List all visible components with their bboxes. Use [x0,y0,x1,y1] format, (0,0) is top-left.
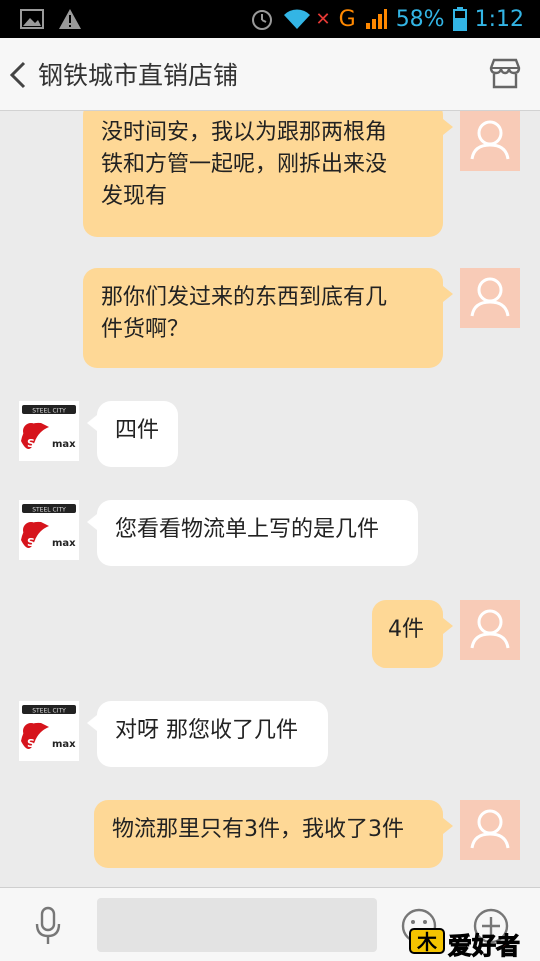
message-text: 4件 [388,617,424,642]
shinmax-logo-icon: STEEL CITY Shin max [21,705,76,750]
image-notification-icon [20,9,44,29]
no-signal-icon: ✕ [315,8,331,30]
svg-text:max: max [52,439,76,450]
svg-text:木: 木 [416,930,438,954]
message-text: 对呀 那您收了几件 [115,718,298,743]
user-icon [470,120,510,160]
shop-avatar[interactable]: STEEL CITY Shin max [19,701,79,761]
shop-avatar[interactable]: STEEL CITY Shin max [19,401,79,461]
svg-text:max: max [52,538,76,549]
page-title: 钢铁城市直销店铺 [38,61,239,90]
message-bubble[interactable]: 4件 [372,600,453,668]
message-text: 四件 [115,418,160,443]
watermark-mark-icon: 木 [409,928,445,954]
svg-text:STEEL CITY: STEEL CITY [32,507,66,514]
battery-percent: 58% [395,6,445,32]
app-bar: 钢铁城市直销店铺 [0,38,540,111]
message-bubble[interactable]: 对呀 那您收了几件 [87,701,328,767]
user-avatar[interactable] [460,111,520,171]
message-input[interactable] [97,898,377,952]
message-text: 那你们发过来的东西到底有几 [101,285,388,310]
user-icon [470,609,510,649]
message-bubble[interactable]: 您看看物流单上写的是几件 [87,500,418,566]
alarm-icon [251,10,272,30]
message-text: 没时间安，我以为跟那两根角 [101,120,388,145]
user-avatar[interactable] [460,600,520,660]
svg-text:STEEL CITY: STEEL CITY [32,708,66,715]
user-avatar[interactable] [460,800,520,860]
user-icon [470,277,510,317]
message-text: 件货啊？ [101,317,190,342]
message-bubble[interactable]: 四件 [87,401,178,467]
microphone-icon[interactable] [34,906,62,946]
shinmax-logo-icon: STEEL CITY Shin max [21,504,76,549]
message-text: 物流那里只有3件，我收了3件 [112,817,404,842]
user-avatar[interactable] [460,268,520,328]
status-bar: ✕ G 58% 1:12 [0,0,540,38]
message-bubble[interactable]: 那你们发过来的东西到底有几 件货啊？ [83,268,453,368]
chevron-left-icon[interactable] [6,60,30,90]
svg-text:Shin: Shin [27,737,54,750]
store-icon[interactable] [488,58,522,90]
shinmax-logo-icon: STEEL CITY Shin max [21,405,76,450]
clock: 1:12 [474,6,524,32]
signal-icon [365,9,387,29]
message-text: 发现有 [101,184,168,209]
message-bubble[interactable]: 没时间安，我以为跟那两根角 铁和方管一起呢，刚拆出来没 发现有 [83,111,453,237]
message-text: 铁和方管一起呢，刚拆出来没 [101,152,388,177]
shop-avatar[interactable]: STEEL CITY Shin max [19,500,79,560]
message-text: 您看看物流单上写的是几件 [115,517,380,542]
svg-text:max: max [52,739,76,750]
watermark-logo: 木 爱好者 [408,925,534,961]
battery-icon [452,7,467,31]
network-type: G [338,6,356,32]
user-icon [470,809,510,849]
message-bubble[interactable]: 物流那里只有3件，我收了3件 [94,800,453,868]
wifi-icon [283,9,310,29]
chat-area[interactable]: 没时间安，我以为跟那两根角 铁和方管一起呢，刚拆出来没 发现有 那你们发过来的东… [0,111,540,887]
svg-text:Shin: Shin [27,437,54,450]
svg-text:Shin: Shin [27,536,54,549]
warning-icon [59,9,81,29]
watermark-text: 爱好者 [448,932,521,961]
svg-text:STEEL CITY: STEEL CITY [32,408,66,415]
